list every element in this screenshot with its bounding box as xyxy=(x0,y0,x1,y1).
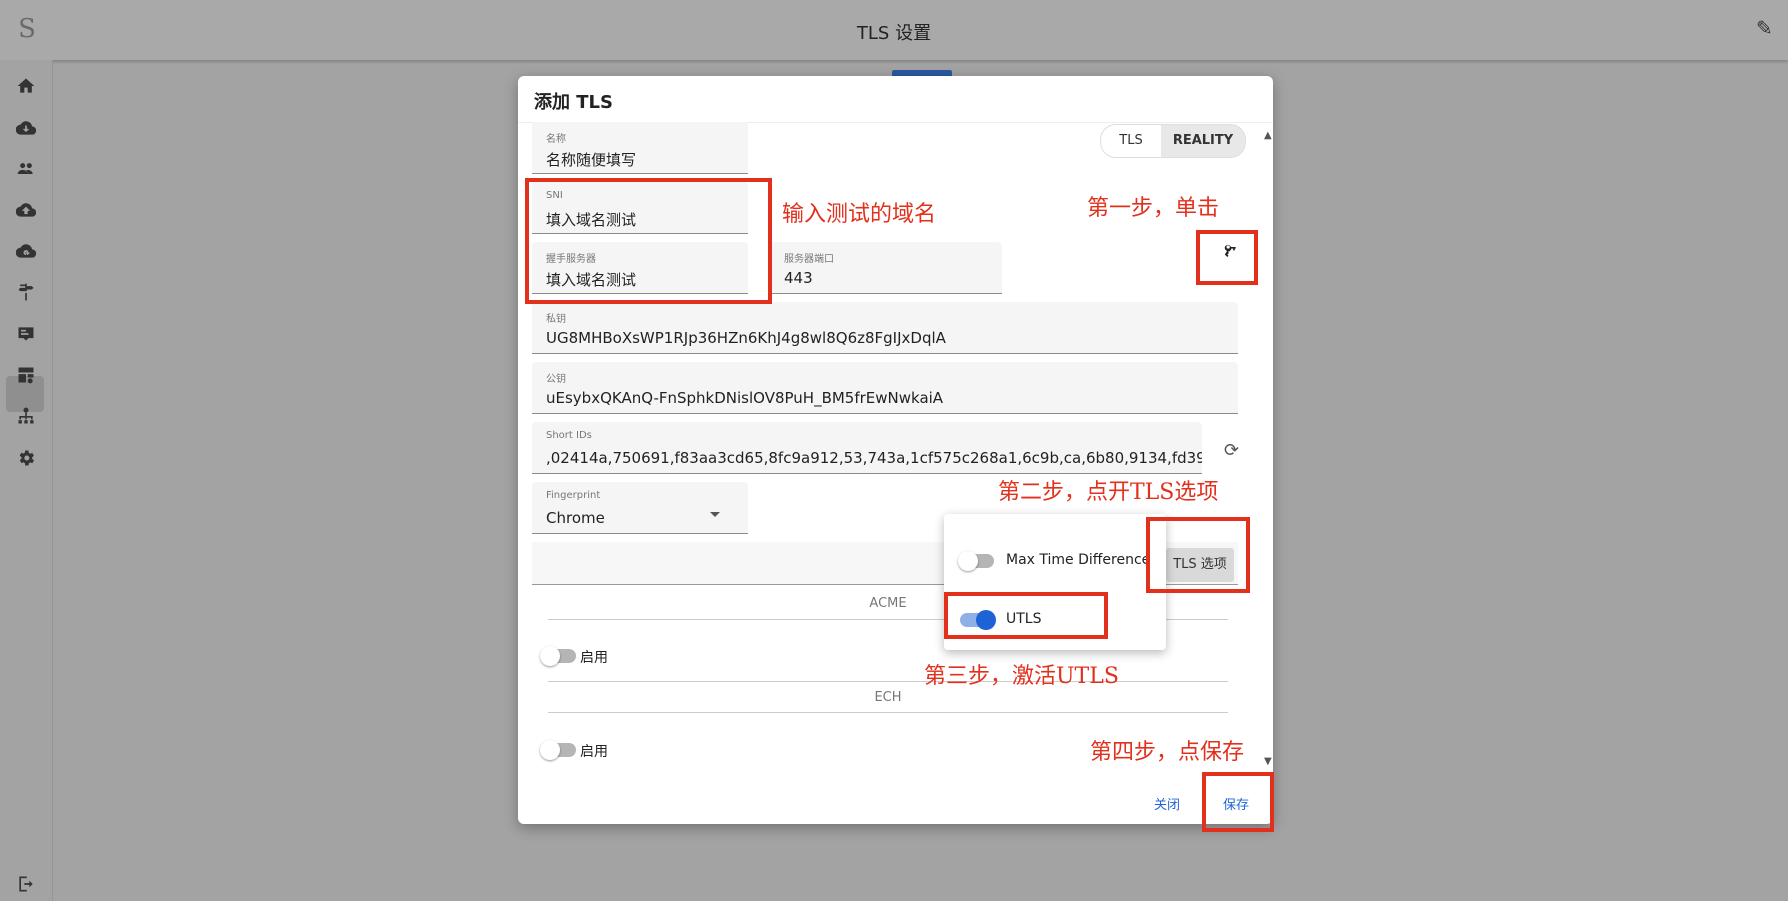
annotation-step2: 第二步，点开TLS选项 xyxy=(998,480,1219,505)
app-bar: S TLS 设置 ✎ xyxy=(0,0,1788,60)
public-key-value: uEsybxQKAnQ-FnSphkDNislOV8PuH_BM5frEwNwk… xyxy=(546,389,944,407)
ech-section-label: ECH xyxy=(874,690,902,705)
cloud-download-icon[interactable] xyxy=(14,116,38,140)
public-key-label: 公钥 xyxy=(546,374,566,385)
settings-panel-icon[interactable] xyxy=(14,363,38,387)
max-time-difference-switch[interactable] xyxy=(958,551,994,571)
name-field[interactable]: 名称 名称随便填写 xyxy=(532,122,748,174)
annotation-box-step3 xyxy=(944,592,1108,639)
cloud-upload-icon[interactable] xyxy=(14,198,38,222)
chevron-down-icon xyxy=(710,512,720,517)
refresh-short-ids-icon[interactable]: ⟳ xyxy=(1224,440,1239,461)
tab-tls[interactable]: TLS xyxy=(1101,125,1161,157)
acme-enable-switch[interactable] xyxy=(540,646,576,666)
acme-section-label: ACME xyxy=(869,596,907,611)
max-time-difference-label: Max Time Difference xyxy=(1006,552,1151,568)
close-button[interactable]: 关闭 xyxy=(1154,794,1180,813)
private-key-field[interactable]: 私钥 UG8MHBoXsWP1RJp36HZn6KhJ4g8wl8Q6z8FgI… xyxy=(532,302,1238,354)
fingerprint-select[interactable]: Fingerprint Chrome xyxy=(532,482,748,534)
cloud-sync-icon[interactable] xyxy=(14,239,38,263)
annotation-box-step1 xyxy=(1196,230,1258,285)
edit-off-icon[interactable]: ✎ xyxy=(1756,16,1773,40)
annotation-step4: 第四步，点保存 xyxy=(1090,740,1245,765)
page-title: TLS 设置 xyxy=(856,23,932,44)
annotation-step1: 第一步，单击 xyxy=(1087,196,1220,221)
annotation-domain-hint: 输入测试的域名 xyxy=(782,202,937,227)
public-key-field[interactable]: 公钥 uEsybxQKAnQ-FnSphkDNislOV8PuH_BM5frEw… xyxy=(532,362,1238,414)
network-tree-icon[interactable] xyxy=(14,404,38,428)
ech-divider xyxy=(548,712,1228,713)
ech-enable-label: 启用 xyxy=(580,744,608,760)
short-ids-value: ,02414a,750691,f83aa3cd65,8fc9a912,53,74… xyxy=(546,449,1202,467)
server-port-value: 443 xyxy=(784,269,813,287)
private-key-label: 私钥 xyxy=(546,314,566,325)
annotation-step3: 第三步，激活UTLS xyxy=(924,664,1119,689)
name-value: 名称随便填写 xyxy=(546,151,637,169)
ech-enable-switch[interactable] xyxy=(540,740,576,760)
tls-card-icon[interactable] xyxy=(14,322,38,346)
acme-enable-label: 启用 xyxy=(580,650,608,666)
private-key-value: UG8MHBoXsWP1RJp36HZn6KhJ4g8wl8Q6z8FgIJxD… xyxy=(546,329,946,347)
annotation-box-step4 xyxy=(1202,772,1274,832)
dialog-title: 添加 TLS xyxy=(534,92,613,113)
short-ids-label: Short IDs xyxy=(546,430,592,441)
scroll-down-icon[interactable]: ▼ xyxy=(1264,756,1272,767)
tls-mode-toggle: TLS REALITY xyxy=(1100,124,1246,158)
divider xyxy=(548,681,1228,682)
signpost-icon[interactable] xyxy=(14,280,38,304)
server-port-label: 服务器端口 xyxy=(784,254,834,265)
gear-icon[interactable] xyxy=(14,446,38,470)
scroll-up-icon[interactable]: ▲ xyxy=(1264,130,1272,141)
fingerprint-label: Fingerprint xyxy=(546,490,601,501)
name-label: 名称 xyxy=(546,134,566,145)
tab-reality[interactable]: REALITY xyxy=(1161,125,1245,157)
short-ids-field[interactable]: Short IDs ,02414a,750691,f83aa3cd65,8fc9… xyxy=(532,422,1202,474)
home-icon[interactable] xyxy=(14,74,38,98)
fingerprint-value: Chrome xyxy=(546,509,605,527)
sidebar xyxy=(0,60,53,901)
users-icon[interactable] xyxy=(14,157,38,181)
logout-icon[interactable] xyxy=(14,872,38,896)
annotation-box-domain xyxy=(525,178,772,304)
server-port-field[interactable]: 服务器端口 443 xyxy=(770,242,1002,294)
annotation-box-step2 xyxy=(1146,517,1250,593)
